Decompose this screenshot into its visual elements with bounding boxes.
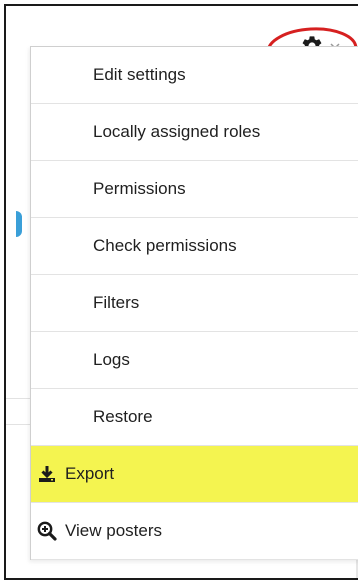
menu-item-label: Export	[65, 464, 115, 483]
menu-item-label: Check permissions	[93, 236, 237, 255]
menu-item-label: Locally assigned roles	[93, 122, 261, 141]
zoom-in-icon	[37, 521, 57, 541]
download-icon	[37, 464, 57, 484]
background-divider	[6, 398, 30, 399]
menu-item-permissions[interactable]: Permissions	[31, 161, 358, 218]
menu-item-check-permissions[interactable]: Check permissions	[31, 218, 358, 275]
menu-item-filters[interactable]: Filters	[31, 275, 358, 332]
menu-item-label: View posters	[65, 521, 163, 540]
menu-item-label: Filters	[93, 293, 140, 312]
menu-item-restore[interactable]: Restore	[31, 389, 358, 446]
background-divider	[6, 424, 30, 425]
menu-item-export[interactable]: Export	[31, 446, 358, 503]
menu-item-label: Permissions	[93, 179, 186, 198]
menu-item-view-posters[interactable]: View posters	[31, 503, 358, 560]
actions-dropdown-menu: Edit settings Locally assigned roles Per…	[30, 46, 358, 560]
page-frame: Edit settings Locally assigned roles Per…	[4, 4, 358, 580]
menu-item-label: Logs	[93, 350, 130, 369]
menu-item-locally-assigned-roles[interactable]: Locally assigned roles	[31, 104, 358, 161]
menu-item-label: Restore	[93, 407, 153, 426]
menu-item-edit-settings[interactable]: Edit settings	[31, 47, 358, 104]
menu-item-label: Edit settings	[93, 65, 186, 84]
background-indicator	[16, 211, 22, 237]
menu-item-logs[interactable]: Logs	[31, 332, 358, 389]
